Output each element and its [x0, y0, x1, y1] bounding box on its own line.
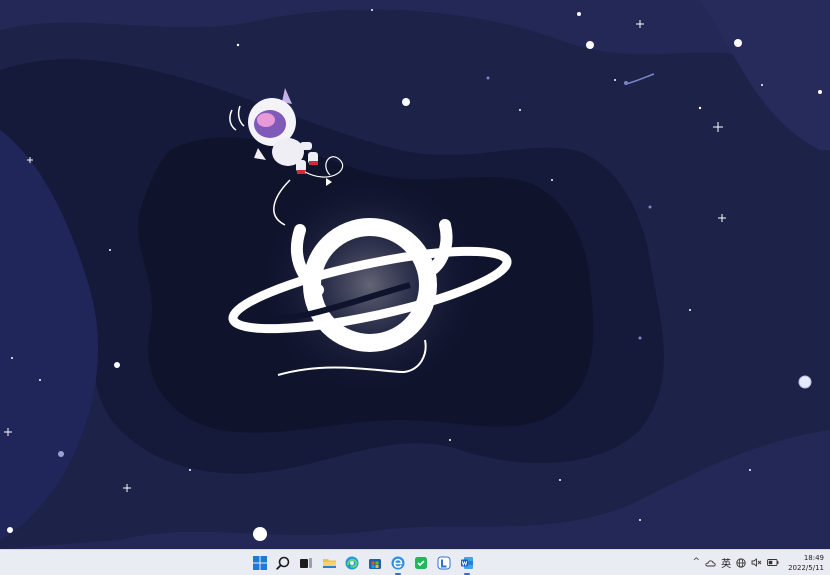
- onedrive-cloud-icon[interactable]: [705, 559, 716, 567]
- blue-app-icon: [437, 556, 451, 570]
- taskbar: ^ 英 18:49 2022/5/11: [0, 549, 830, 575]
- volume-muted-icon[interactable]: [751, 558, 762, 567]
- clock[interactable]: 18:49 2022/5/11: [788, 553, 824, 573]
- word-button[interactable]: [457, 553, 477, 575]
- system-tray: ^ 英 18:49 2022/5/11: [693, 550, 824, 575]
- clock-time: 18:49: [803, 553, 824, 562]
- battery-icon[interactable]: [767, 559, 779, 566]
- blue-app-button[interactable]: [434, 553, 454, 573]
- browser-2-button[interactable]: [388, 553, 408, 575]
- file-explorer-button[interactable]: [319, 553, 339, 573]
- edge-browser-icon: [345, 556, 359, 570]
- wallpaper: [0, 0, 830, 549]
- network-globe-icon[interactable]: [736, 557, 746, 568]
- blue-e-browser-icon: [391, 556, 405, 570]
- green-chat-icon: [415, 557, 427, 569]
- task-view-icon: [300, 558, 312, 568]
- folder-icon: [322, 559, 336, 568]
- chat-app-button[interactable]: [411, 553, 431, 573]
- show-hidden-icons-chevron-icon[interactable]: ^: [693, 558, 701, 567]
- search-icon: [276, 556, 290, 570]
- search-button[interactable]: [273, 553, 293, 573]
- desktop[interactable]: [0, 0, 830, 549]
- ime-language-indicator[interactable]: 英: [721, 555, 731, 570]
- store-button[interactable]: [365, 553, 385, 573]
- taskbar-app-list: [250, 553, 477, 575]
- edge-button[interactable]: [342, 553, 362, 573]
- windows-start-icon: [253, 556, 267, 570]
- store-icon: [369, 559, 381, 569]
- start-button[interactable]: [250, 553, 270, 573]
- word-icon: [461, 557, 473, 569]
- task-view-button[interactable]: [296, 553, 316, 573]
- clock-date: 2022/5/11: [788, 563, 824, 572]
